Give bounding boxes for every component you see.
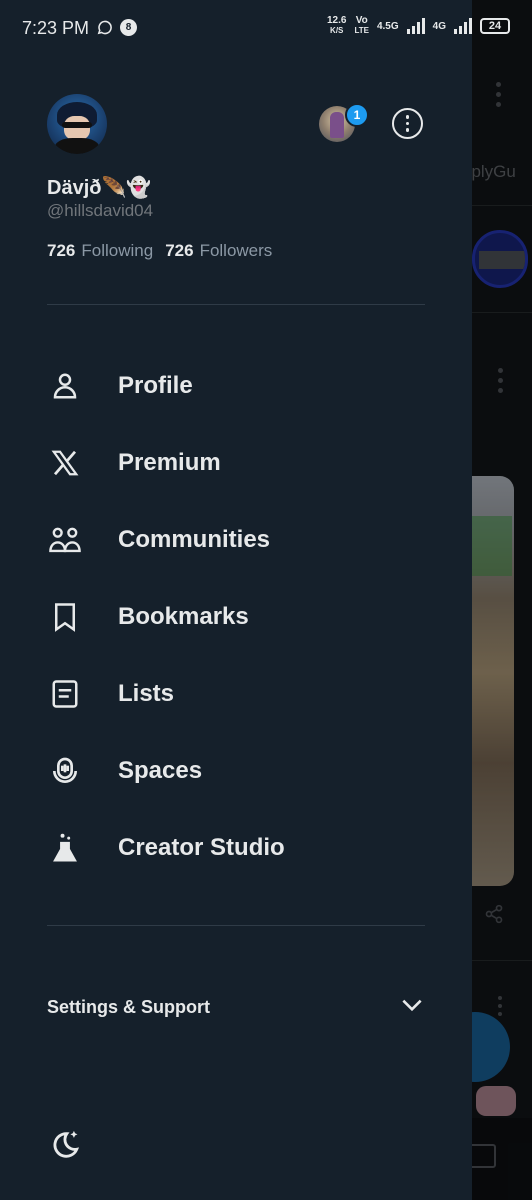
signal-icon <box>454 18 472 34</box>
menu-item-spaces[interactable]: Spaces <box>47 732 447 809</box>
menu-item-label: Bookmarks <box>118 602 249 630</box>
settings-support-label: Settings & Support <box>47 996 210 1017</box>
volte-bottom: LTE <box>354 26 369 35</box>
volte-top: Vo <box>355 15 368 26</box>
menu-item-label: Lists <box>118 679 175 707</box>
divider <box>47 925 425 926</box>
chevron-down-icon <box>399 992 425 1023</box>
menu-item-creator-studio[interactable]: Creator Studio <box>47 809 447 886</box>
drawer-menu: Profile Premium Communities Bookmarks Li… <box>47 347 447 886</box>
menu-item-profile[interactable]: Profile <box>47 347 447 424</box>
net-speed-value: 12.6 <box>326 15 347 26</box>
followers-count[interactable]: 726 <box>165 241 193 261</box>
notification-app-icon: 8 <box>120 19 137 36</box>
x-logo-icon <box>47 445 83 481</box>
person-icon <box>47 368 83 404</box>
menu-item-label: Premium <box>118 448 221 476</box>
menu-item-label: Creator Studio <box>118 833 285 861</box>
battery-icon: 24 <box>480 18 510 34</box>
menu-item-bookmarks[interactable]: Bookmarks <box>47 578 447 655</box>
moon-sparkle-icon <box>47 1130 81 1166</box>
signal-icon <box>406 18 425 34</box>
more-options-button[interactable] <box>392 108 423 139</box>
following-label[interactable]: Following <box>81 241 153 261</box>
following-count[interactable]: 726 <box>47 241 75 261</box>
menu-item-lists[interactable]: Lists <box>47 655 447 732</box>
status-icons: 12.6 K/S Vo LTE 4.5G 4G 24 <box>327 16 510 36</box>
display-name[interactable]: Dävjð🪶👻 <box>47 175 151 200</box>
settings-support-toggle[interactable]: Settings & Support <box>47 988 425 1026</box>
notification-badge: 1 <box>345 103 369 127</box>
user-handle: @hillsdavid04 <box>47 201 154 220</box>
flask-icon <box>47 830 83 866</box>
follow-stats: 726 Following 726 Followers <box>47 241 284 261</box>
communities-icon <box>47 522 83 558</box>
avatar[interactable] <box>47 94 107 154</box>
list-icon <box>47 676 83 712</box>
network-type-2: 4G <box>432 20 446 32</box>
theme-toggle-button[interactable] <box>47 1128 83 1164</box>
net-speed: 12.6 K/S <box>327 16 346 36</box>
volte-indicator: Vo LTE <box>354 16 369 36</box>
bookmark-icon <box>47 599 83 635</box>
status-time: 7:23 PM <box>22 18 90 38</box>
divider <box>47 304 425 305</box>
menu-item-label: Profile <box>118 371 193 399</box>
spaces-icon <box>47 753 83 789</box>
menu-item-label: Spaces <box>118 756 203 784</box>
menu-item-premium[interactable]: Premium <box>47 424 447 501</box>
network-type-1: 4.5G <box>376 20 399 32</box>
menu-item-label: Communities <box>118 525 271 553</box>
status-bar: 7:23 PM 8 12.6 K/S Vo LTE 4.5G 4G 24 <box>0 0 532 58</box>
whatsapp-icon <box>96 19 113 36</box>
navigation-drawer: 1 Dävjð🪶👻 @hillsdavid04 726 Following 72… <box>0 0 472 1200</box>
followers-label[interactable]: Followers <box>200 241 273 261</box>
net-speed-unit: K/S <box>330 26 344 35</box>
menu-item-communities[interactable]: Communities <box>47 501 447 578</box>
